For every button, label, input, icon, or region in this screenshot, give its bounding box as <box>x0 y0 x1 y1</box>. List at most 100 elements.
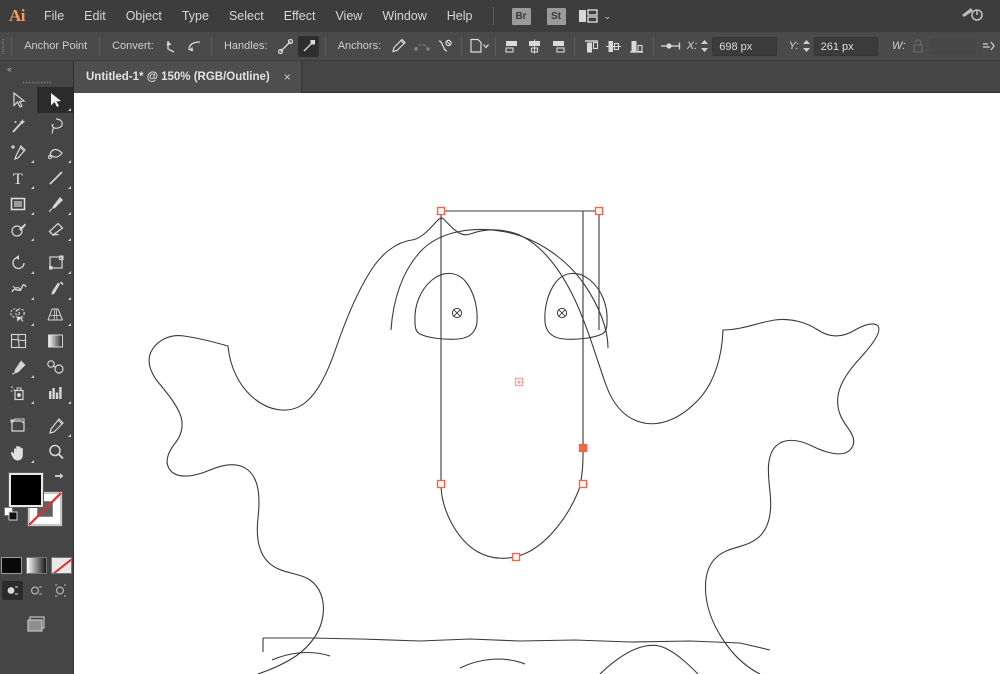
pen-tool[interactable] <box>0 139 37 165</box>
control-bar-grip[interactable] <box>0 32 6 61</box>
document-canvas[interactable] <box>74 93 1000 674</box>
align-right-icon[interactable] <box>547 36 568 57</box>
align-top-icon[interactable] <box>581 36 602 57</box>
hide-handles-icon[interactable] <box>298 35 319 57</box>
connect-selected-endpoints-icon[interactable] <box>412 36 433 57</box>
transform-handle-icon[interactable] <box>660 36 682 57</box>
eyedropper-tool[interactable] <box>0 354 37 380</box>
menu-bar: Ai File Edit Object Type Select Effect V… <box>0 0 1000 32</box>
menu-object[interactable]: Object <box>116 0 172 32</box>
none-mode-button[interactable] <box>51 557 72 574</box>
symbol-sprayer-tool[interactable] <box>0 380 37 406</box>
lower-arc-left <box>271 651 331 661</box>
direct-selection-tool[interactable] <box>37 87 74 113</box>
width-input[interactable] <box>929 36 978 56</box>
rotate-tool[interactable] <box>0 250 37 276</box>
isolate-selected-object-icon[interactable] <box>468 36 489 57</box>
menu-effect[interactable]: Effect <box>274 0 326 32</box>
menu-window[interactable]: Window <box>372 0 436 32</box>
zoom-tool[interactable] <box>37 439 74 465</box>
artboard-tool[interactable] <box>0 413 37 439</box>
menu-view[interactable]: View <box>325 0 372 32</box>
type-tool[interactable]: T <box>0 165 37 191</box>
anchors-label: Anchors: <box>337 40 382 52</box>
divider <box>652 36 654 56</box>
show-handles-icon[interactable] <box>275 36 296 57</box>
tool-flyout-indicator <box>68 401 71 404</box>
gradient-mode-button[interactable] <box>26 557 47 574</box>
lasso-tool[interactable] <box>37 113 74 139</box>
bridge-button[interactable]: Br <box>511 7 531 25</box>
menu-select[interactable]: Select <box>219 0 274 32</box>
workspace-switcher-icon[interactable] <box>960 5 984 28</box>
selection-overlay <box>436 206 604 562</box>
illustrator-window: Ai File Edit Object Type Select Effect V… <box>0 0 1000 674</box>
tool-flyout-indicator <box>68 323 71 326</box>
right-pupil-icon <box>556 307 568 319</box>
default-fill-stroke-icon[interactable] <box>4 507 19 527</box>
x-stepper[interactable] <box>700 39 709 53</box>
arrange-documents-icon[interactable] <box>578 9 598 23</box>
align-vertical-center-icon[interactable] <box>603 36 624 57</box>
menu-type[interactable]: Type <box>172 0 219 32</box>
tool-flyout-indicator <box>68 297 71 300</box>
mesh-tool[interactable] <box>0 328 37 354</box>
convert-to-corner-icon[interactable] <box>162 36 183 57</box>
magic-wand-tool[interactable] <box>0 113 37 139</box>
draw-inside-button[interactable] <box>50 581 71 600</box>
width-tool[interactable] <box>0 276 37 302</box>
menu-file[interactable]: File <box>34 0 74 32</box>
scale-tool[interactable] <box>37 250 74 276</box>
divider <box>211 36 212 56</box>
align-horizontal-center-icon[interactable] <box>524 36 545 57</box>
chevron-down-icon[interactable]: ⌄ <box>604 11 612 22</box>
cut-path-at-anchors-icon[interactable] <box>435 36 456 57</box>
handles-label: Handles: <box>223 40 268 52</box>
free-transform-tool[interactable] <box>37 276 74 302</box>
change-screen-mode-button[interactable] <box>0 614 73 634</box>
remove-selected-anchors-icon[interactable] <box>389 36 410 57</box>
document-tab[interactable]: Untitled-1* @ 150% (RGB/Outline) × <box>74 61 302 93</box>
blend-tool[interactable] <box>37 354 74 380</box>
stock-button[interactable]: St <box>546 7 566 25</box>
constrain-proportions-icon[interactable] <box>907 36 928 57</box>
hand-tool[interactable] <box>0 439 37 465</box>
eraser-tool[interactable] <box>37 217 74 243</box>
gradient-tool[interactable] <box>37 328 74 354</box>
selection-type-label: Anchor Point <box>24 40 88 52</box>
menu-help[interactable]: Help <box>437 0 483 32</box>
color-mode-button[interactable] <box>1 557 22 574</box>
tool-flyout-indicator <box>31 460 34 463</box>
convert-to-smooth-icon[interactable] <box>184 36 205 57</box>
paintbrush-tool[interactable] <box>37 191 74 217</box>
lower-arc-center <box>459 658 526 669</box>
selection-tool[interactable] <box>0 87 37 113</box>
swap-fill-stroke-icon[interactable] <box>53 471 66 489</box>
menu-edit[interactable]: Edit <box>74 0 116 32</box>
draw-behind-button[interactable] <box>26 581 47 600</box>
divider <box>494 36 496 56</box>
collapse-panel-icon[interactable]: « <box>0 61 73 77</box>
x-coordinate-input[interactable]: 698 px <box>712 36 777 56</box>
tools-panel-grip[interactable] <box>0 77 73 87</box>
column-graph-tool[interactable] <box>37 380 74 406</box>
y-coordinate-input[interactable]: 261 px <box>813 36 879 56</box>
menu-divider <box>492 7 494 25</box>
line-segment-tool[interactable] <box>37 165 74 191</box>
center-point-marker <box>514 377 524 387</box>
y-stepper[interactable] <box>802 39 811 53</box>
tool-flyout-indicator <box>31 271 34 274</box>
close-icon[interactable]: × <box>284 70 291 84</box>
align-bottom-icon[interactable] <box>626 36 647 57</box>
divider <box>11 36 13 56</box>
fill-swatch[interactable] <box>8 472 44 508</box>
rectangle-tool[interactable] <box>0 191 37 217</box>
draw-normal-button[interactable] <box>2 581 23 600</box>
slice-tool[interactable] <box>37 413 74 439</box>
shaper-tool[interactable] <box>0 217 37 243</box>
curvature-tool[interactable] <box>37 139 74 165</box>
shape-builder-tool[interactable] <box>0 302 37 328</box>
align-left-icon[interactable] <box>502 36 523 57</box>
perspective-grid-tool[interactable] <box>37 302 74 328</box>
panel-overflow-icon[interactable] <box>977 36 998 57</box>
